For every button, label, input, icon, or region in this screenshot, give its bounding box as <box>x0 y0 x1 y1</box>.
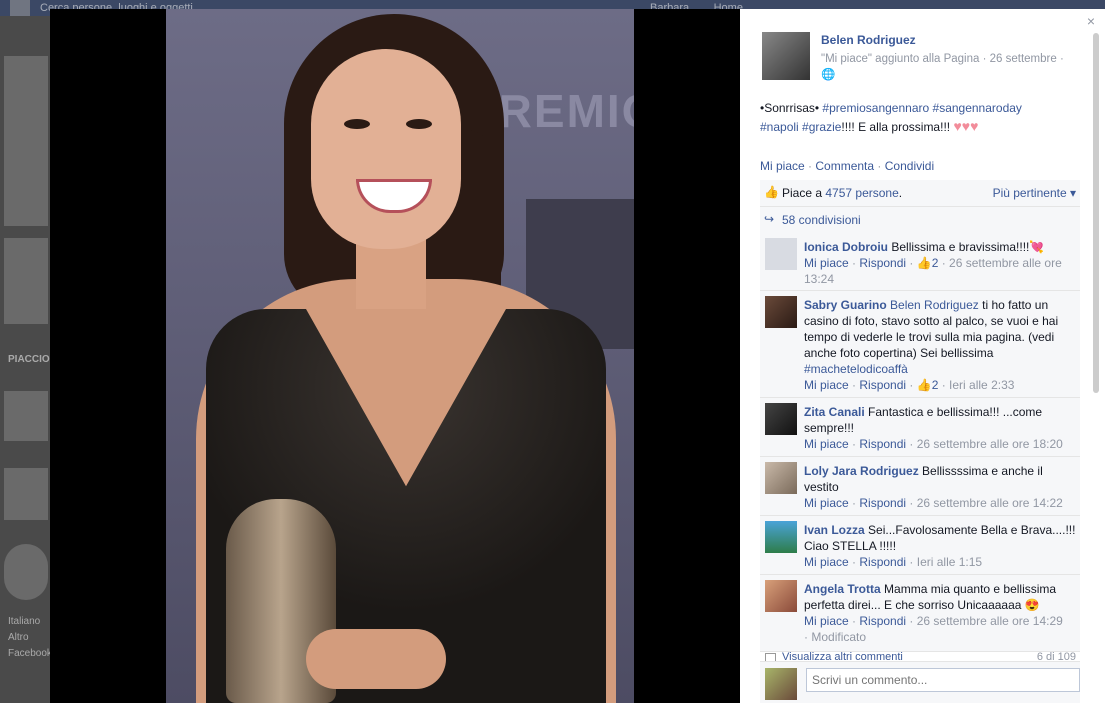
edited-label[interactable]: Modificato <box>811 630 866 644</box>
comment-like-link[interactable]: Mi piace <box>804 378 849 392</box>
comment-composer <box>760 661 1080 703</box>
photo-eye <box>344 119 370 129</box>
comment-like-count[interactable]: 2 <box>932 256 939 270</box>
background-thumb <box>4 468 48 520</box>
hashtag-link[interactable]: #machetelodicoaffà <box>804 362 908 376</box>
comment-input[interactable] <box>806 668 1080 692</box>
comment-time[interactable]: 26 settembre alle ore 18:20 <box>917 437 1063 451</box>
thumbs-up-icon: 👍 <box>764 185 779 199</box>
photo-face <box>311 49 461 249</box>
commenter-name[interactable]: Angela Trotta <box>804 582 881 596</box>
commenter-avatar[interactable] <box>765 521 797 553</box>
likes-summary: Piace a 4757 persone. <box>782 186 903 200</box>
comment-like-link[interactable]: Mi piace <box>804 555 849 569</box>
globe-icon: 🌐 <box>821 69 836 81</box>
commenter-avatar[interactable] <box>765 403 797 435</box>
hearts-emoji: ♥♥♥ <box>953 118 979 134</box>
hashtag-link[interactable]: #premiosangennaro <box>822 101 929 115</box>
hashtag-link[interactable]: #napoli <box>760 120 799 134</box>
sort-dropdown[interactable]: Più pertinente ▾ <box>993 186 1076 200</box>
comment-time[interactable]: 26 settembre alle ore 14:29 <box>917 614 1063 628</box>
photo[interactable]: PREMIO <box>166 9 634 703</box>
comment: Angela Trotta Mamma mia quanto e belliss… <box>760 575 1080 652</box>
mention-link[interactable]: Belen Rodriguez <box>890 298 979 312</box>
author-avatar[interactable] <box>762 32 810 80</box>
comment-time[interactable]: Ieri alle 1:15 <box>917 555 982 569</box>
photo-eye <box>406 119 432 129</box>
comment-time[interactable]: Ieri alle 2:33 <box>949 378 1014 392</box>
comment: Ivan Lozza Sei...Favolosamente Bella e B… <box>760 516 1080 575</box>
my-avatar <box>765 668 797 700</box>
like-button[interactable]: Mi piace <box>760 159 805 173</box>
comment-time[interactable]: 26 settembre alle ore 14:22 <box>917 496 1063 510</box>
post-meta: "Mi piace" aggiunto alla Pagina · 26 set… <box>821 53 1064 81</box>
background-thumb <box>4 391 48 441</box>
comment-like-link[interactable]: Mi piace <box>804 256 849 270</box>
likes-count-link[interactable]: 4757 persone <box>825 186 898 200</box>
background-footer: Altro <box>8 632 29 643</box>
comment-reply-link[interactable]: Rispondi <box>859 555 906 569</box>
scrollbar[interactable] <box>1093 33 1099 393</box>
comment-reply-link[interactable]: Rispondi <box>859 378 906 392</box>
hashtag-link[interactable]: #sangennaroday <box>933 101 1022 115</box>
comment-like-link[interactable]: Mi piace <box>804 437 849 451</box>
share-arrow-icon: ↪ <box>764 212 775 226</box>
comment-reply-link[interactable]: Rispondi <box>859 496 906 510</box>
photo-hand <box>306 629 446 689</box>
commenter-name[interactable]: Zita Canali <box>804 405 865 419</box>
close-icon[interactable]: × <box>1087 13 1095 29</box>
thumbs-up-icon[interactable]: 👍 <box>917 378 932 392</box>
commenter-avatar[interactable] <box>765 238 797 270</box>
commenter-name[interactable]: Sabry Guarino <box>804 298 887 312</box>
comment: Loly Jara Rodriguez Bellissssima e anche… <box>760 457 1080 516</box>
comment-reply-link[interactable]: Rispondi <box>859 614 906 628</box>
comment-like-count[interactable]: 2 <box>932 378 939 392</box>
post-actions: Mi piace · Commenta · Condividi <box>760 159 935 173</box>
comment-like-link[interactable]: Mi piace <box>804 496 849 510</box>
facebook-logo-icon <box>10 0 30 16</box>
thumbs-up-icon[interactable]: 👍 <box>917 256 932 270</box>
hashtag-link[interactable]: #grazie <box>802 120 841 134</box>
background-footer: Facebook <box>8 648 52 659</box>
shares-link[interactable]: 58 condivisioni <box>782 213 861 227</box>
background-thumb <box>4 544 48 600</box>
commenter-avatar[interactable] <box>765 462 797 494</box>
post-side-panel: × Belen Rodriguez "Mi piace" aggiunto al… <box>740 9 1105 703</box>
background-thumb <box>4 56 48 226</box>
comment-reply-link[interactable]: Rispondi <box>859 437 906 451</box>
share-button[interactable]: Condividi <box>885 159 934 173</box>
background-left-column: PIACCIONO Italiano Altro Facebook <box>0 16 65 703</box>
comment-like-link[interactable]: Mi piace <box>804 614 849 628</box>
comment-text: Bellissima e bravissima!!!!💘 <box>891 240 1045 254</box>
shares-row: ↪ 58 condivisioni <box>760 207 1080 233</box>
background-thumb <box>4 238 48 324</box>
post-text: •Sonrrisas• #premiosangennaro #sangennar… <box>760 101 1022 134</box>
photo-stage[interactable]: PREMIO <box>50 9 740 703</box>
feedback-box: 👍 Piace a 4757 persone. Più pertinente ▾… <box>760 180 1080 233</box>
comment-reply-link[interactable]: Rispondi <box>859 256 906 270</box>
author-name[interactable]: Belen Rodriguez <box>821 33 916 47</box>
comment: Ionica Dobroiu Bellissima e bravissima!!… <box>760 233 1080 291</box>
commenter-name[interactable]: Ivan Lozza <box>804 523 865 537</box>
background-footer: Italiano <box>8 616 41 627</box>
commenter-avatar[interactable] <box>765 580 797 612</box>
commenter-name[interactable]: Loly Jara Rodriguez <box>804 464 919 478</box>
commenter-avatar[interactable] <box>765 296 797 328</box>
comment: Zita Canali Fantastica e bellissima!!! .… <box>760 398 1080 457</box>
comment: Sabry Guarino Belen Rodriguez ti ho fatt… <box>760 291 1080 398</box>
commenter-name[interactable]: Ionica Dobroiu <box>804 240 888 254</box>
likes-row: 👍 Piace a 4757 persone. Più pertinente ▾ <box>760 180 1080 207</box>
comment-button[interactable]: Commenta <box>815 159 874 173</box>
